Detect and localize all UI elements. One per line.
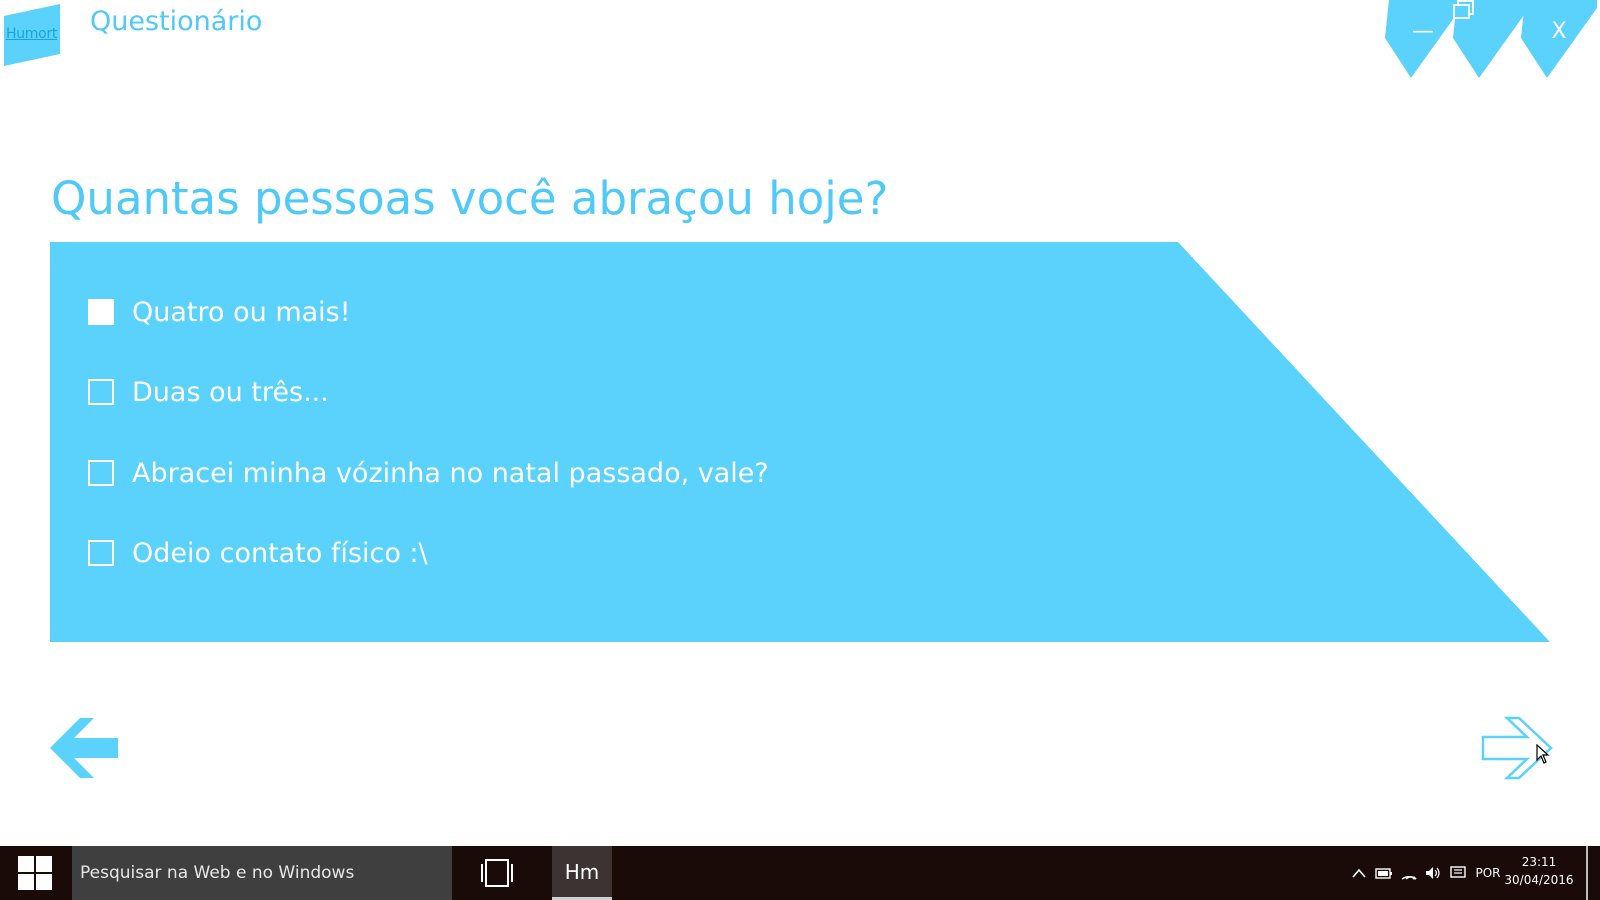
option-label-1: Quatro ou mais!	[132, 296, 351, 328]
arrow-left-icon	[50, 718, 118, 778]
language-indicator[interactable]: POR	[1472, 846, 1504, 900]
option-checkbox-2[interactable]	[88, 379, 114, 405]
start-button[interactable]	[0, 846, 70, 900]
option-checkbox-3[interactable]	[88, 460, 114, 486]
show-desktop-button[interactable]	[1586, 846, 1588, 900]
wifi-icon[interactable]	[1398, 846, 1420, 900]
close-button[interactable]: X	[1521, 0, 1597, 78]
next-button[interactable]	[1481, 716, 1553, 780]
clock-time: 23:11	[1521, 855, 1557, 869]
tray-overflow-icon[interactable]	[1348, 846, 1370, 900]
restore-button[interactable]	[1453, 0, 1529, 78]
option-label-4: Odeio contato físico :\	[132, 537, 428, 569]
task-view-icon	[481, 859, 513, 887]
option-item-3[interactable]: Abracei minha vózinha no natal passado, …	[88, 455, 769, 491]
task-view-button[interactable]	[470, 846, 524, 900]
option-item-2[interactable]: Duas ou três...	[88, 374, 329, 410]
notifications-icon[interactable]	[1446, 846, 1470, 900]
minimize-icon: —	[1412, 18, 1434, 44]
app-logo: Humort	[4, 4, 64, 66]
options-panel: Quatro ou mais! Duas ou três... Abracei …	[50, 242, 1550, 642]
battery-icon[interactable]	[1372, 846, 1396, 900]
option-checkbox-4[interactable]	[88, 540, 114, 566]
logo-text: Humort	[6, 26, 58, 42]
option-item-4[interactable]: Odeio contato físico :\	[88, 535, 428, 571]
restore-icon	[1453, 0, 1529, 62]
taskbar: Pesquisar na Web e no Windows Hm POR 23:…	[0, 846, 1600, 900]
windows-logo-icon	[18, 856, 52, 890]
app-window: Humort Questionário — X Quantas pessoas …	[0, 0, 1600, 846]
clock-date: 30/04/2016	[1504, 873, 1574, 887]
taskbar-search-input[interactable]: Pesquisar na Web e no Windows	[72, 846, 452, 900]
option-item-1[interactable]: Quatro ou mais!	[88, 294, 351, 330]
mouse-cursor-icon	[1536, 744, 1550, 764]
taskbar-clock[interactable]: 23:11 30/04/2016	[1504, 853, 1574, 889]
back-button[interactable]	[50, 718, 118, 778]
app-title: Questionário	[90, 6, 263, 37]
taskbar-app-button[interactable]: Hm	[552, 846, 612, 900]
option-label-3: Abracei minha vózinha no natal passado, …	[132, 457, 769, 489]
volume-icon[interactable]	[1422, 846, 1444, 900]
close-icon: X	[1551, 18, 1567, 44]
option-label-2: Duas ou três...	[132, 376, 329, 408]
minimize-button[interactable]: —	[1385, 0, 1461, 78]
question-text: Quantas pessoas você abraçou hoje?	[51, 172, 889, 225]
option-checkbox-1[interactable]	[88, 299, 114, 325]
